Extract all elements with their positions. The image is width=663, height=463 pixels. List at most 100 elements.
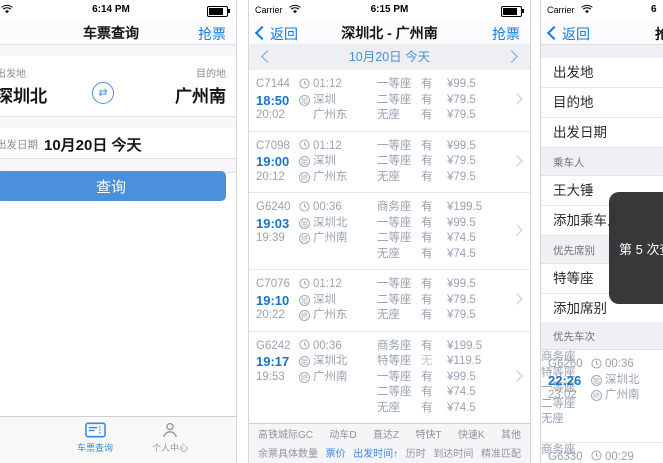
depart-station-line: 始深圳北 — [299, 216, 348, 232]
seat-class: 二等座 — [377, 386, 412, 398]
next-day-button[interactable] — [505, 50, 518, 63]
train-number: G6260 — [548, 358, 583, 370]
seat-availability: 有 — [421, 309, 433, 321]
train-route: 00:29 — [591, 450, 634, 463]
filter-item[interactable]: 动车D — [329, 426, 356, 441]
filter-item[interactable]: 精准匹配 — [481, 445, 521, 460]
duration: 00:36 — [313, 339, 342, 352]
duration: 01:12 — [313, 139, 342, 152]
arrive-time: 20:22 — [256, 309, 285, 321]
toast-message: 第 5 次查 — [619, 241, 663, 257]
arrive-station: 广州南 — [605, 389, 640, 401]
swap-stations-button[interactable]: ⇄ — [92, 82, 114, 104]
train-row[interactable]: G6240 19:03 19:39 00:36 始深圳北终广州南 商务座有 ¥199.5 一等… — [249, 192, 530, 269]
wifi-icon — [581, 5, 593, 14]
tab-profile[interactable]: 个人中心 — [135, 422, 205, 454]
seat-price: ¥99.5 — [447, 370, 476, 383]
date-label: 10月20日 今天 — [348, 50, 431, 64]
end-station-badge: 终 — [591, 390, 602, 401]
duration: 00:29 — [605, 450, 634, 463]
clock-icon — [299, 277, 310, 289]
seat-price: ¥79.5 — [447, 170, 476, 183]
seat-class: 无座 — [377, 170, 400, 183]
tab-label: 个人中心 — [151, 443, 188, 453]
seat-line: 无座 有 ¥74.5 — [377, 247, 512, 263]
back-button[interactable]: 返回 — [546, 24, 590, 44]
chevron-right-icon — [511, 224, 523, 236]
start-station-badge: 始 — [299, 294, 310, 306]
filter-item[interactable]: 余票具体数量 — [258, 445, 318, 460]
seat-availability: 有 — [421, 216, 433, 229]
seat-line: 无座 — [541, 412, 663, 428]
from-field[interactable]: 深圳北 — [0, 82, 47, 107]
arrive-station-line: 终广州东 — [299, 170, 348, 186]
seat-line: 商务座有 ¥199.5 — [377, 339, 512, 355]
seat-availability: 有 — [421, 93, 433, 106]
chevron-right-icon — [511, 370, 523, 382]
person-icon — [163, 422, 177, 438]
train-row[interactable]: C7076 19:10 20:22 01:12 始深圳终广州东 一等座有 ¥99.5 二等座有… — [249, 269, 530, 331]
train-row[interactable]: C7098 19:00 20:12 01:12 始深圳终广州东 一等座有 ¥99.5 二等座有… — [249, 130, 530, 193]
depart-time: 22:26 — [548, 372, 582, 388]
filter-item[interactable]: 快速K — [458, 426, 485, 441]
arrive-time: 23:02 — [548, 389, 577, 401]
filter-bar: 高铁城际GC 动车D 直达Z 特快T 快速K 其他 余票具体数量 票价 出发时间↑ 历时 到达时间… — [249, 423, 530, 463]
tab-ticket-search[interactable]: 车票查询 — [60, 422, 130, 454]
field-row[interactable]: 出发地 — [541, 58, 663, 88]
seat-price: ¥119.5 — [447, 355, 482, 367]
train-list: C714418:5020:0201:12始深圳始广州东一等座有¥99.5二等座有… — [249, 70, 530, 424]
date-field[interactable]: 出发日期 10月20日 今天 — [0, 128, 236, 158]
clock-icon — [299, 339, 310, 350]
field-row[interactable]: 目的地 — [541, 88, 663, 118]
train-number: G6330 — [548, 450, 583, 463]
arrive-station-line: 终广州东 — [299, 308, 348, 324]
filter-item[interactable]: 票价 — [326, 445, 346, 460]
seat-line: 特等座无 ¥119.5 — [377, 354, 512, 370]
filter-item[interactable]: 直达Z — [373, 426, 399, 441]
status-time: 6 — [651, 4, 657, 15]
section-header: 乘车人 — [541, 148, 663, 176]
train-number: C7098 — [256, 139, 290, 152]
seat-availability: 有 — [421, 278, 433, 290]
seat-class: 一等座 — [377, 216, 412, 229]
to-field[interactable]: 广州南 — [175, 82, 226, 107]
train-row[interactable]: G6330 00:29 商务座 — [541, 441, 663, 463]
battery-icon — [501, 6, 524, 17]
train-row[interactable]: G6260 22:26 23:02 00:36 始深圳北终广州南 商务座 特等座 一等座 二等座… — [541, 350, 663, 442]
train-times: C7076 19:10 20:22 — [256, 277, 290, 324]
nav-bar: 返回 深圳北 - 广州南 抢票 — [249, 20, 530, 45]
seat-availability: 有 — [421, 386, 433, 398]
depart-station: 深圳北 — [605, 373, 640, 386]
search-button[interactable]: 查询 — [0, 171, 226, 201]
grab-ticket-button[interactable]: 抢票 — [492, 24, 520, 44]
filter-item[interactable]: 特快T — [415, 426, 441, 441]
seat-line: 无座 有 ¥79.5 — [377, 170, 512, 186]
prev-day-button[interactable] — [261, 50, 274, 63]
field-row[interactable]: 出发日期 — [541, 118, 663, 148]
train-row[interactable]: C714418:5020:0201:12始深圳始广州东一等座有¥99.5二等座有… — [249, 70, 530, 131]
filter-item[interactable]: 高铁城际GC — [258, 426, 313, 441]
filter-item[interactable]: 到达时间 — [433, 445, 473, 460]
seat-availability: 无 — [421, 355, 433, 367]
train-row[interactable]: G6242 19:17 19:53 00:36 始深圳北终广州南 商务座有 ¥199.5 特等… — [249, 330, 530, 424]
depart-time: 19:10 — [256, 292, 290, 308]
seat-class: 二等座 — [377, 293, 412, 306]
seat-availability: 有 — [421, 232, 433, 244]
filter-item[interactable]: 历时 — [406, 445, 426, 460]
status-time: 6:14 PM — [92, 4, 130, 15]
grab-ticket-button[interactable]: 抢票 — [198, 24, 226, 44]
train-times: C7144 18:50 20:02 — [256, 77, 290, 124]
seat-class: 商务座 — [377, 339, 412, 352]
seat-price: ¥99.5 — [447, 78, 476, 90]
end-station-badge: 终 — [299, 233, 310, 244]
depart-station-line: 始深圳 — [299, 154, 348, 170]
seat-class: 特等座 — [377, 355, 412, 367]
train-times: G6260 22:26 23:02 — [548, 357, 583, 404]
filter-item[interactable]: 其他 — [501, 426, 521, 441]
end-station-badge: 终 — [299, 371, 310, 383]
depart-station: 深圳 — [313, 155, 336, 167]
seat-class: 一等座 — [377, 370, 412, 383]
filter-item[interactable]: 出发时间↑ — [353, 445, 398, 460]
train-route: 00:36 始深圳北终广州南 — [299, 200, 348, 247]
duration-line: 00:36 — [299, 200, 348, 216]
